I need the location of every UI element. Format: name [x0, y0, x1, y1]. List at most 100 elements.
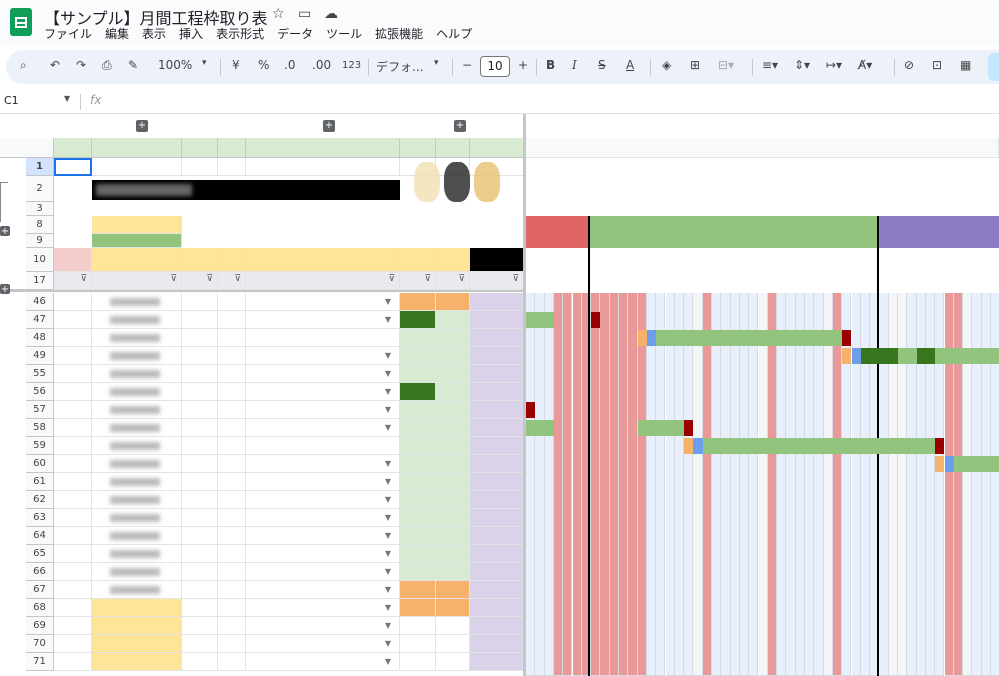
- dropdown-chevron-icon[interactable]: ▼: [385, 509, 391, 526]
- row-header[interactable]: 56: [26, 383, 54, 401]
- cell-h[interactable]: [182, 509, 218, 527]
- cell-d[interactable]: [92, 653, 182, 671]
- filter-cell[interactable]: ⊽: [400, 272, 436, 290]
- cell-ac[interactable]: [470, 347, 524, 365]
- cell-h[interactable]: [182, 563, 218, 581]
- cell-ac[interactable]: [470, 365, 524, 383]
- cell-k[interactable]: ▼: [246, 311, 400, 329]
- cell-h[interactable]: [182, 347, 218, 365]
- cell-d[interactable]: [92, 293, 182, 311]
- search-icon[interactable]: ⌕: [20, 58, 27, 73]
- row-header[interactable]: 61: [26, 473, 54, 491]
- cell-n[interactable]: [400, 365, 436, 383]
- increase-decimal-button[interactable]: .00: [312, 58, 331, 72]
- bold-icon[interactable]: B: [546, 58, 555, 72]
- column-header-c[interactable]: [54, 138, 92, 158]
- cell-ac[interactable]: [470, 437, 524, 455]
- cell-d[interactable]: [92, 329, 182, 347]
- dropdown-chevron-icon[interactable]: ▼: [385, 581, 391, 598]
- row-header[interactable]: 9: [26, 234, 54, 248]
- cell-d[interactable]: [92, 581, 182, 599]
- cell-d[interactable]: [92, 563, 182, 581]
- cell-ac[interactable]: [470, 653, 524, 671]
- zoom-select[interactable]: 100%: [158, 58, 192, 72]
- cell-j[interactable]: [218, 419, 246, 437]
- cell-c[interactable]: [54, 617, 92, 635]
- cell-d[interactable]: [92, 491, 182, 509]
- cell-o[interactable]: [436, 401, 470, 419]
- row-header[interactable]: 71: [26, 653, 54, 671]
- cell-d[interactable]: [92, 401, 182, 419]
- updated-date[interactable]: [92, 234, 182, 248]
- cell-h[interactable]: [182, 419, 218, 437]
- cell-j[interactable]: [218, 383, 246, 401]
- cell-j[interactable]: [218, 653, 246, 671]
- cell-c[interactable]: [54, 419, 92, 437]
- cell-c[interactable]: [54, 437, 92, 455]
- menu-item[interactable]: 拡張機能: [375, 27, 423, 41]
- cell-c[interactable]: [54, 599, 92, 617]
- cell-n[interactable]: [400, 599, 436, 617]
- cell[interactable]: [246, 158, 400, 176]
- font-select[interactable]: デフォ...: [376, 58, 423, 75]
- cell-h[interactable]: [182, 401, 218, 419]
- cell[interactable]: [182, 158, 218, 176]
- row-header[interactable]: 64: [26, 527, 54, 545]
- star-icon[interactable]: ☆: [272, 6, 285, 22]
- row-header[interactable]: 59: [26, 437, 54, 455]
- cell-o[interactable]: [436, 617, 470, 635]
- filter-cell[interactable]: ⊽: [92, 272, 182, 290]
- cell-k[interactable]: ▼: [246, 365, 400, 383]
- cell-d[interactable]: [92, 473, 182, 491]
- text-color-icon[interactable]: A: [626, 58, 634, 72]
- cell-j[interactable]: [218, 455, 246, 473]
- borders-icon[interactable]: ⊞: [690, 58, 700, 72]
- menu-item[interactable]: ファイル: [44, 27, 92, 41]
- cell-k[interactable]: ▼: [246, 653, 400, 671]
- row-header[interactable]: 57: [26, 401, 54, 419]
- cell-c[interactable]: [54, 311, 92, 329]
- merge-cells-icon[interactable]: ⊟▾: [718, 58, 734, 72]
- cell-h[interactable]: [182, 365, 218, 383]
- cell-k[interactable]: ▼: [246, 383, 400, 401]
- menu-item[interactable]: ヘルプ: [436, 27, 472, 41]
- column-header-j[interactable]: [218, 138, 246, 158]
- row-header[interactable]: 70: [26, 635, 54, 653]
- undo-icon[interactable]: ↶: [50, 58, 60, 72]
- font-size-input[interactable]: 10: [480, 56, 510, 77]
- dropdown-chevron-icon[interactable]: ▼: [385, 419, 391, 436]
- print-icon[interactable]: ⎙: [102, 58, 112, 73]
- cell-j[interactable]: [218, 293, 246, 311]
- cell-n[interactable]: [400, 419, 436, 437]
- cell-h[interactable]: [182, 527, 218, 545]
- cell[interactable]: [218, 158, 246, 176]
- dropdown-chevron-icon[interactable]: ▼: [385, 347, 391, 364]
- cell-ac[interactable]: [470, 419, 524, 437]
- cell-c[interactable]: [54, 653, 92, 671]
- menu-item[interactable]: ツール: [326, 27, 362, 41]
- cell-k[interactable]: ▼: [246, 419, 400, 437]
- filter-icon[interactable]: ⊽: [424, 274, 431, 284]
- cell-c[interactable]: [54, 491, 92, 509]
- row-header[interactable]: 62: [26, 491, 54, 509]
- filter-cell[interactable]: ⊽: [470, 272, 524, 290]
- cell-c[interactable]: [54, 581, 92, 599]
- cell-j[interactable]: [218, 635, 246, 653]
- cell-h[interactable]: [182, 653, 218, 671]
- filter-cell[interactable]: ⊽: [182, 272, 218, 290]
- cell-o[interactable]: [436, 437, 470, 455]
- cell-k[interactable]: ▼: [246, 617, 400, 635]
- cell-h[interactable]: [182, 437, 218, 455]
- fill-color-icon[interactable]: ◈: [662, 58, 671, 72]
- cell-h[interactable]: [182, 383, 218, 401]
- cell[interactable]: [92, 158, 182, 176]
- cell-c[interactable]: [54, 527, 92, 545]
- cell-n[interactable]: [400, 329, 436, 347]
- font-size-decrease-icon[interactable]: −: [462, 58, 472, 72]
- row-header[interactable]: 48: [26, 329, 54, 347]
- cell-c[interactable]: [54, 347, 92, 365]
- text-rotate-icon[interactable]: A̸▾: [858, 58, 872, 72]
- row-header[interactable]: 65: [26, 545, 54, 563]
- cell-j[interactable]: [218, 347, 246, 365]
- cell-d[interactable]: [92, 347, 182, 365]
